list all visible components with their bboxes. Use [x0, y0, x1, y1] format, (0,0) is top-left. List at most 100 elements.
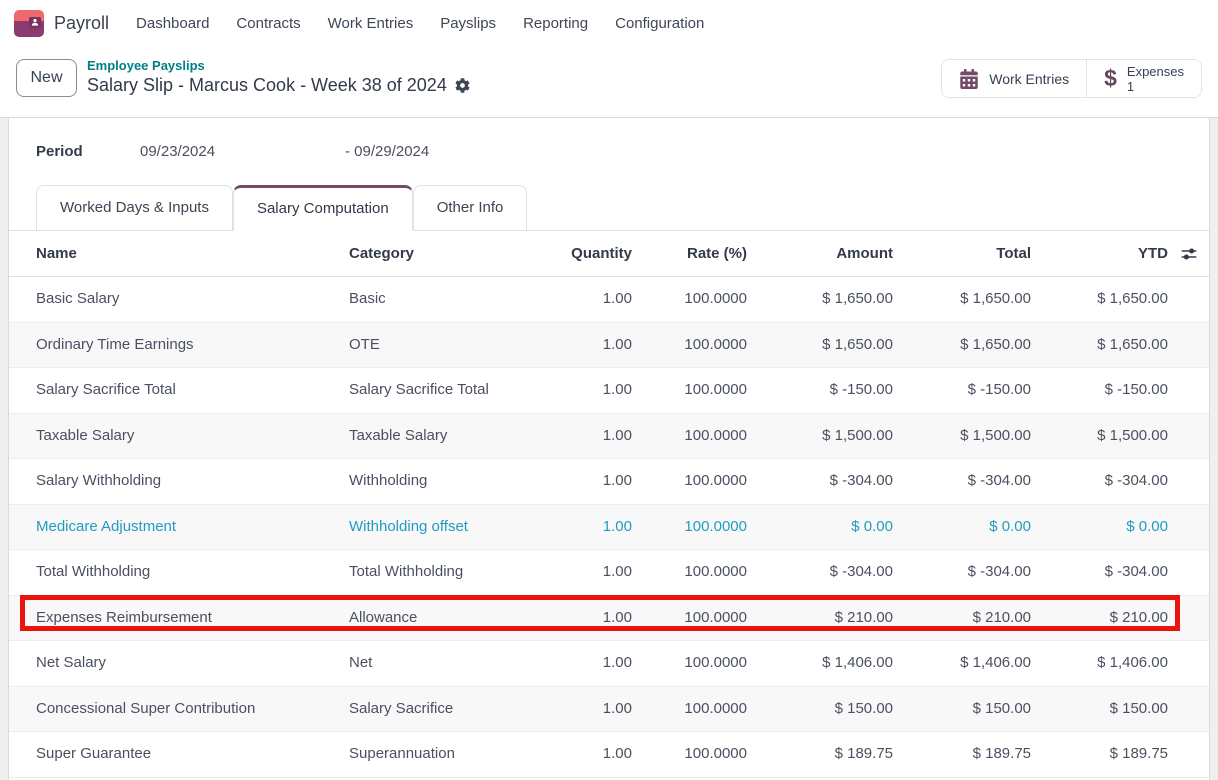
cell-ytd[interactable]: $ 1,500.00 — [1031, 414, 1168, 459]
cell-ytd[interactable]: $ 1,650.00 — [1031, 277, 1168, 322]
column-header-amount[interactable]: Amount — [747, 231, 893, 276]
cell-rate[interactable]: 100.0000 — [632, 414, 747, 459]
cell-ytd[interactable]: $ -304.00 — [1031, 550, 1168, 595]
cell-total[interactable]: $ -150.00 — [893, 368, 1031, 413]
table-row[interactable]: Salary WithholdingWithholding1.00100.000… — [9, 459, 1209, 505]
column-header-category[interactable]: Category — [349, 231, 539, 276]
cell-name[interactable]: Net Salary — [9, 641, 349, 686]
cell-amount[interactable]: $ 0.00 — [747, 505, 893, 550]
menu-item-work-entries[interactable]: Work Entries — [328, 15, 414, 32]
cell-quantity[interactable]: 1.00 — [539, 641, 632, 686]
cell-name[interactable]: Taxable Salary — [9, 414, 349, 459]
cell-ytd[interactable]: $ -304.00 — [1031, 459, 1168, 504]
tab-other-info[interactable]: Other Info — [413, 185, 528, 230]
column-header-rate[interactable]: Rate (%) — [632, 231, 747, 276]
column-header-ytd[interactable]: YTD — [1031, 231, 1168, 276]
cell-amount[interactable]: $ 1,406.00 — [747, 641, 893, 686]
cell-total[interactable]: $ 0.00 — [893, 505, 1031, 550]
cell-amount[interactable]: $ 150.00 — [747, 687, 893, 732]
column-header-quantity[interactable]: Quantity — [539, 231, 632, 276]
menu-item-payslips[interactable]: Payslips — [440, 15, 496, 32]
cell-rate[interactable]: 100.0000 — [632, 687, 747, 732]
cell-name[interactable]: Concessional Super Contribution — [9, 687, 349, 732]
cell-quantity[interactable]: 1.00 — [539, 323, 632, 368]
cell-rate[interactable]: 100.0000 — [632, 459, 747, 504]
cell-amount[interactable]: $ -304.00 — [747, 550, 893, 595]
app-name[interactable]: Payroll — [54, 13, 109, 34]
cell-amount[interactable]: $ 210.00 — [747, 596, 893, 641]
cell-ytd[interactable]: $ 1,406.00 — [1031, 641, 1168, 686]
optional-columns-sliders-icon[interactable] — [1181, 231, 1197, 276]
cell-name[interactable]: Expenses Reimbursement — [9, 596, 349, 641]
menu-item-dashboard[interactable]: Dashboard — [136, 15, 209, 32]
cell-amount[interactable]: $ 1,650.00 — [747, 323, 893, 368]
cell-rate[interactable]: 100.0000 — [632, 368, 747, 413]
cell-total[interactable]: $ 189.75 — [893, 732, 1031, 777]
table-row[interactable]: Expenses ReimbursementAllowance1.00100.0… — [9, 596, 1209, 642]
table-row[interactable]: Concessional Super ContributionSalary Sa… — [9, 687, 1209, 733]
expenses-button[interactable]: $ Expenses 1 — [1087, 60, 1201, 97]
cell-total[interactable]: $ 1,406.00 — [893, 641, 1031, 686]
cell-total[interactable]: $ -304.00 — [893, 459, 1031, 504]
cell-rate[interactable]: 100.0000 — [632, 505, 747, 550]
menu-item-contracts[interactable]: Contracts — [236, 15, 300, 32]
menu-item-configuration[interactable]: Configuration — [615, 15, 704, 32]
cell-quantity[interactable]: 1.00 — [539, 732, 632, 777]
new-button[interactable]: New — [16, 59, 77, 97]
cell-name[interactable]: Salary Sacrifice Total — [9, 368, 349, 413]
cell-category[interactable]: Net — [349, 641, 539, 686]
cell-quantity[interactable]: 1.00 — [539, 505, 632, 550]
menu-item-reporting[interactable]: Reporting — [523, 15, 588, 32]
cell-amount[interactable]: $ -150.00 — [747, 368, 893, 413]
cell-total[interactable]: $ 1,650.00 — [893, 323, 1031, 368]
cell-category[interactable]: Withholding offset — [349, 505, 539, 550]
cell-category[interactable]: Superannuation — [349, 732, 539, 777]
cell-amount[interactable]: $ 189.75 — [747, 732, 893, 777]
cell-quantity[interactable]: 1.00 — [539, 459, 632, 504]
cell-rate[interactable]: 100.0000 — [632, 323, 747, 368]
cell-name[interactable]: Total Withholding — [9, 550, 349, 595]
cell-ytd[interactable]: $ 150.00 — [1031, 687, 1168, 732]
cell-rate[interactable]: 100.0000 — [632, 732, 747, 777]
cell-rate[interactable]: 100.0000 — [632, 641, 747, 686]
cell-category[interactable]: Taxable Salary — [349, 414, 539, 459]
cell-amount[interactable]: $ 1,500.00 — [747, 414, 893, 459]
cell-category[interactable]: OTE — [349, 323, 539, 368]
cell-name[interactable]: Ordinary Time Earnings — [9, 323, 349, 368]
work-entries-button[interactable]: Work Entries — [942, 60, 1086, 97]
cell-category[interactable]: Salary Sacrifice Total — [349, 368, 539, 413]
cell-ytd[interactable]: $ 210.00 — [1031, 596, 1168, 641]
column-header-name[interactable]: Name — [9, 231, 349, 276]
cell-category[interactable]: Withholding — [349, 459, 539, 504]
cell-quantity[interactable]: 1.00 — [539, 550, 632, 595]
cell-category[interactable]: Basic — [349, 277, 539, 322]
cell-name[interactable]: Basic Salary — [9, 277, 349, 322]
cell-category[interactable]: Total Withholding — [349, 550, 539, 595]
cell-ytd[interactable]: $ 1,650.00 — [1031, 323, 1168, 368]
table-row[interactable]: Super GuaranteeSuperannuation1.00100.000… — [9, 732, 1209, 778]
period-start-date[interactable]: 09/23/2024 — [140, 143, 345, 165]
tab-worked-days-inputs[interactable]: Worked Days & Inputs — [36, 185, 233, 230]
cell-total[interactable]: $ -304.00 — [893, 550, 1031, 595]
cell-category[interactable]: Salary Sacrifice — [349, 687, 539, 732]
cell-rate[interactable]: 100.0000 — [632, 277, 747, 322]
cell-ytd[interactable]: $ 189.75 — [1031, 732, 1168, 777]
cell-ytd[interactable]: $ -150.00 — [1031, 368, 1168, 413]
table-row[interactable]: Taxable SalaryTaxable Salary1.00100.0000… — [9, 414, 1209, 460]
column-header-total[interactable]: Total — [893, 231, 1031, 276]
table-row[interactable]: Net SalaryNet1.00100.0000$ 1,406.00$ 1,4… — [9, 641, 1209, 687]
cell-amount[interactable]: $ -304.00 — [747, 459, 893, 504]
cell-name[interactable]: Super Guarantee — [9, 732, 349, 777]
table-row[interactable]: Ordinary Time EarningsOTE1.00100.0000$ 1… — [9, 323, 1209, 369]
cell-quantity[interactable]: 1.00 — [539, 414, 632, 459]
cell-rate[interactable]: 100.0000 — [632, 596, 747, 641]
cell-quantity[interactable]: 1.00 — [539, 596, 632, 641]
cell-amount[interactable]: $ 1,650.00 — [747, 277, 893, 322]
cell-ytd[interactable]: $ 0.00 — [1031, 505, 1168, 550]
cell-total[interactable]: $ 150.00 — [893, 687, 1031, 732]
cell-total[interactable]: $ 1,500.00 — [893, 414, 1031, 459]
cell-quantity[interactable]: 1.00 — [539, 368, 632, 413]
payroll-app-icon[interactable] — [14, 10, 44, 37]
cell-total[interactable]: $ 1,650.00 — [893, 277, 1031, 322]
cell-quantity[interactable]: 1.00 — [539, 277, 632, 322]
